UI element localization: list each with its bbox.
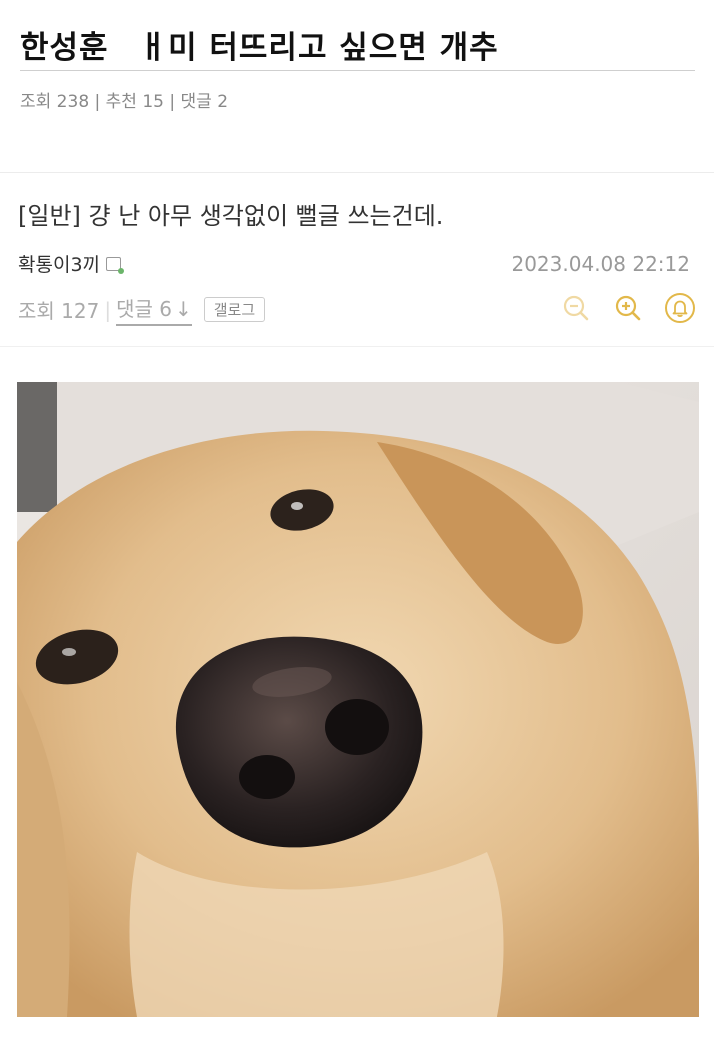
author-name[interactable]: 확통이3끼 [18,250,100,277]
member-badge-icon [106,256,125,274]
meta-separator: | [104,297,112,322]
zoom-in-icon[interactable] [612,292,644,324]
dog-face-illustration [17,382,699,1017]
gallog-button[interactable]: 갤로그 [203,297,266,322]
down-arrow-icon: ↓ [174,297,192,321]
article-title: [일반] 걍 난 아무 생각없이 뻘글 쓰는건데. [18,202,444,230]
title-divider [20,70,695,71]
comment-count: 댓글 6 [116,297,172,321]
zoom-out-icon[interactable] [560,292,592,324]
toolbar-icons [560,292,696,324]
view-count: 조회 127 [18,299,100,323]
comment-count-link[interactable]: 댓글 6 ↓ [116,293,192,326]
bell-icon[interactable] [664,292,696,324]
post-title-part2: ㅐ미 터뜨리고 싶으면 개추 [138,30,499,66]
meta-row: 조회 127 | 댓글 6 ↓ 갤로그 [18,293,266,326]
post-stats: 조회 238 | 추천 15 | 댓글 2 [20,92,229,112]
post-title: 한성훈 ㅐ미 터뜨리고 싶으면 개추 [20,22,499,67]
content-divider [0,346,714,347]
post-title-part1: 한성훈 [20,30,109,66]
post-date: 2023.04.08 22:12 [511,252,690,276]
author-row: 확통이3끼 [18,250,125,277]
section-divider [0,172,714,173]
dog-photo [17,382,699,1017]
